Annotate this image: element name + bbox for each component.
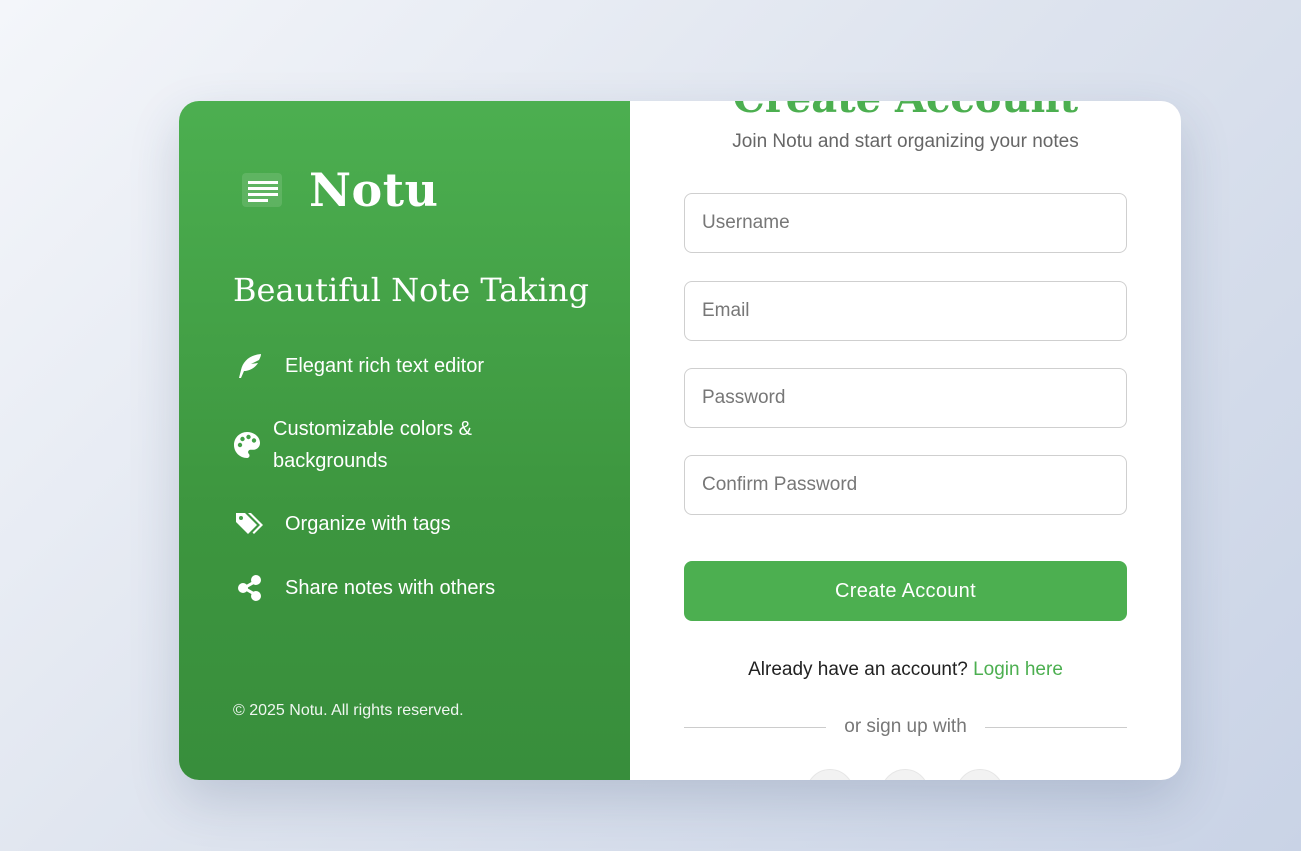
divider-line [684,726,827,728]
social-login-button[interactable] [806,769,854,780]
feature-list: Elegant rich text editor Customizable co… [233,349,573,635]
form-subtitle: Join Notu and start organizing your note… [732,131,1079,152]
divider-text: or sign up with [844,716,967,737]
copyright: © 2025 Notu. All rights reserved. [233,702,464,719]
email-field[interactable] [684,281,1127,341]
login-prompt-row: Already have an account? Login here [630,659,1181,681]
feature-item-editor: Elegant rich text editor [233,349,573,383]
social-login-button[interactable] [956,769,1004,780]
feature-label: Organize with tags [285,513,451,535]
form-title: Create Account [630,101,1181,119]
login-link[interactable]: Login here [973,659,1063,680]
brand-panel: Notu Beautiful Note Taking Elegant rich … [179,101,630,780]
social-divider: or sign up with [684,715,1128,739]
feature-label: Share notes with others [285,577,496,599]
feather-icon [233,349,267,383]
divider-line [984,726,1128,728]
tagline: Beautiful Note Taking [233,271,589,309]
signup-card: Notu Beautiful Note Taking Elegant rich … [179,101,1181,780]
feature-item-share: Share notes with others [233,571,573,605]
password-field[interactable] [684,368,1127,428]
notes-logo-icon [237,165,287,215]
feature-label: Customizable colors & backgrounds [273,418,472,472]
share-icon [233,571,267,605]
brand: Notu [237,163,438,217]
create-account-button[interactable]: Create Account [684,561,1127,621]
login-prompt: Already have an account? [748,659,968,680]
tags-icon [233,507,267,541]
palette-icon [233,428,261,462]
social-login-button[interactable] [881,769,929,780]
username-field[interactable] [684,193,1127,253]
signup-form-panel: Create Account Join Notu and start organ… [630,101,1181,780]
feature-item-tags: Organize with tags [233,507,573,541]
feature-label: Elegant rich text editor [285,355,484,377]
feature-item-colors: Customizable colors & backgrounds [233,413,573,477]
confirm-password-field[interactable] [684,455,1127,515]
brand-name: Notu [309,163,439,217]
